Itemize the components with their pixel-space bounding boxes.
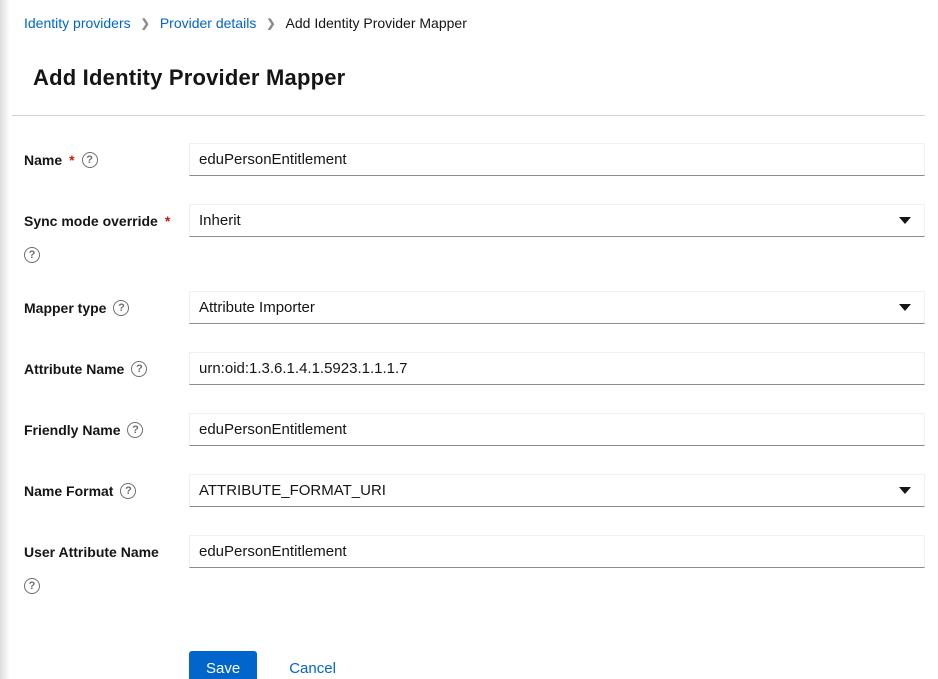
- mapper-form: Name * ? Sync mode override * ? Inherit: [24, 143, 925, 679]
- name-format-select[interactable]: ATTRIBUTE_FORMAT_URI: [189, 474, 925, 507]
- page-title: Add Identity Provider Mapper: [33, 64, 925, 92]
- help-icon[interactable]: ?: [127, 422, 143, 438]
- mapper-type-label: Mapper type: [24, 300, 106, 316]
- help-icon[interactable]: ?: [131, 361, 147, 377]
- form-actions: Save Cancel: [189, 651, 925, 679]
- name-label: Name: [24, 152, 62, 168]
- breadcrumb-current: Add Identity Provider Mapper: [286, 13, 467, 33]
- help-icon[interactable]: ?: [24, 247, 40, 263]
- form-row-name: Name * ?: [24, 143, 925, 176]
- attribute-name-label: Attribute Name: [24, 361, 124, 377]
- mapper-type-select[interactable]: Attribute Importer: [189, 291, 925, 324]
- sync-mode-override-select[interactable]: Inherit: [189, 204, 925, 237]
- attribute-name-input[interactable]: [189, 352, 925, 385]
- form-row-mapper-type: Mapper type ? Attribute Importer: [24, 291, 925, 324]
- add-idp-mapper-page: Identity providers ❯ Provider details ❯ …: [0, 0, 938, 679]
- breadcrumb-identity-providers[interactable]: Identity providers: [24, 13, 131, 33]
- form-row-sync-mode-override: Sync mode override * ? Inherit: [24, 204, 925, 263]
- breadcrumb-provider-details[interactable]: Provider details: [160, 13, 257, 33]
- required-asterisk: *: [69, 152, 74, 168]
- required-asterisk: *: [165, 213, 170, 229]
- sync-mode-override-value: Inherit: [199, 212, 241, 229]
- name-input[interactable]: [189, 143, 925, 176]
- form-row-friendly-name: Friendly Name ?: [24, 413, 925, 446]
- help-icon[interactable]: ?: [113, 300, 129, 316]
- save-button[interactable]: Save: [189, 651, 257, 679]
- caret-down-icon: [899, 304, 911, 311]
- name-format-label: Name Format: [24, 483, 113, 499]
- form-row-attribute-name: Attribute Name ?: [24, 352, 925, 385]
- title-divider: [12, 115, 925, 116]
- chevron-right-icon: ❯: [266, 14, 275, 34]
- breadcrumb: Identity providers ❯ Provider details ❯ …: [24, 13, 925, 33]
- name-format-value: ATTRIBUTE_FORMAT_URI: [199, 482, 386, 499]
- caret-down-icon: [899, 217, 911, 224]
- help-icon[interactable]: ?: [82, 152, 98, 168]
- mapper-type-value: Attribute Importer: [199, 299, 315, 316]
- caret-down-icon: [899, 487, 911, 494]
- user-attribute-name-input[interactable]: [189, 535, 925, 568]
- user-attribute-name-label: User Attribute Name: [24, 544, 159, 560]
- friendly-name-input[interactable]: [189, 413, 925, 446]
- friendly-name-label: Friendly Name: [24, 422, 120, 438]
- form-row-name-format: Name Format ? ATTRIBUTE_FORMAT_URI: [24, 474, 925, 507]
- help-icon[interactable]: ?: [24, 578, 40, 594]
- sync-mode-override-label: Sync mode override: [24, 213, 158, 229]
- cancel-button[interactable]: Cancel: [289, 660, 336, 677]
- help-icon[interactable]: ?: [120, 483, 136, 499]
- form-row-user-attribute-name: User Attribute Name ?: [24, 535, 925, 594]
- chevron-right-icon: ❯: [141, 14, 150, 34]
